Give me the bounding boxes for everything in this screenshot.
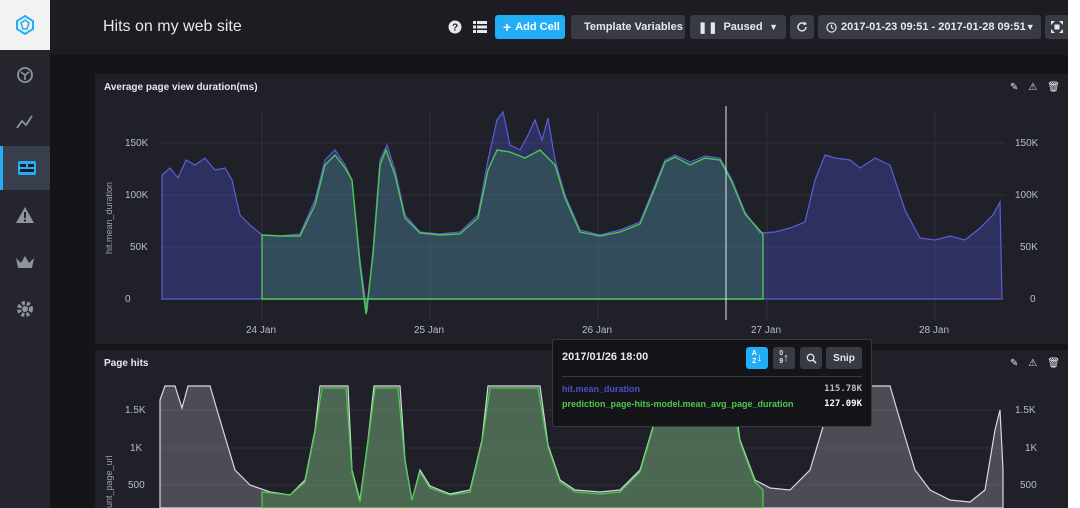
screen-border bbox=[1068, 0, 1080, 508]
legend-row: prediction_page-hits-model.mean_avg_page… bbox=[562, 399, 862, 409]
legend-timestamp: 2017/01/26 18:00 bbox=[562, 351, 649, 363]
search-icon bbox=[806, 353, 817, 364]
sort-alpha-button[interactable]: A Z ↓ bbox=[746, 347, 768, 369]
snip-label: Snip bbox=[833, 352, 855, 364]
legend-series-name: prediction_page-hits-model.mean_avg_page… bbox=[562, 399, 794, 409]
snip-button[interactable]: Snip bbox=[826, 347, 862, 369]
page-hits-graph[interactable] bbox=[0, 0, 1080, 508]
sort-numeric-button[interactable]: 0 9 ↑ bbox=[773, 347, 795, 369]
legend-series-name: hit.mean_duration bbox=[562, 384, 641, 394]
hover-legend: 2017/01/26 18:00 A Z ↓ 0 9 ↑ Snip hit.mean_d… bbox=[552, 339, 872, 427]
legend-series-value: 115.78K bbox=[824, 384, 862, 394]
legend-series-value: 127.09K bbox=[824, 399, 862, 409]
search-button[interactable] bbox=[800, 347, 822, 369]
legend-divider bbox=[562, 376, 862, 377]
legend-row: hit.mean_duration 115.78K bbox=[562, 384, 862, 394]
